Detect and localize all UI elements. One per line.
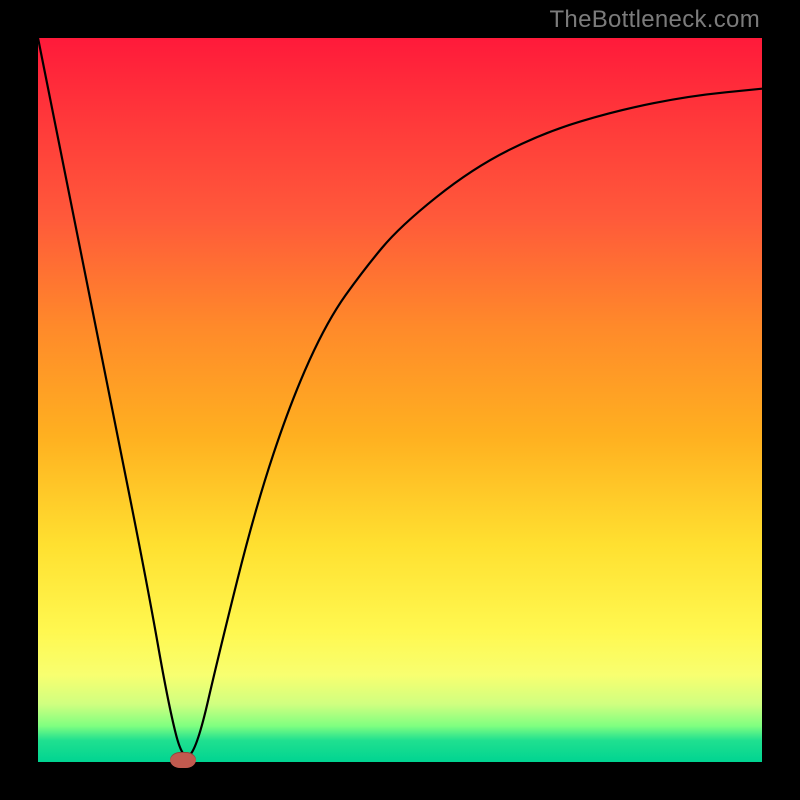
plot-area bbox=[38, 38, 762, 762]
chart-frame: TheBottleneck.com bbox=[0, 0, 800, 800]
curve-path bbox=[38, 38, 762, 756]
attribution-text: TheBottleneck.com bbox=[549, 6, 760, 34]
bottleneck-curve bbox=[38, 38, 762, 762]
notch-marker bbox=[170, 752, 196, 768]
